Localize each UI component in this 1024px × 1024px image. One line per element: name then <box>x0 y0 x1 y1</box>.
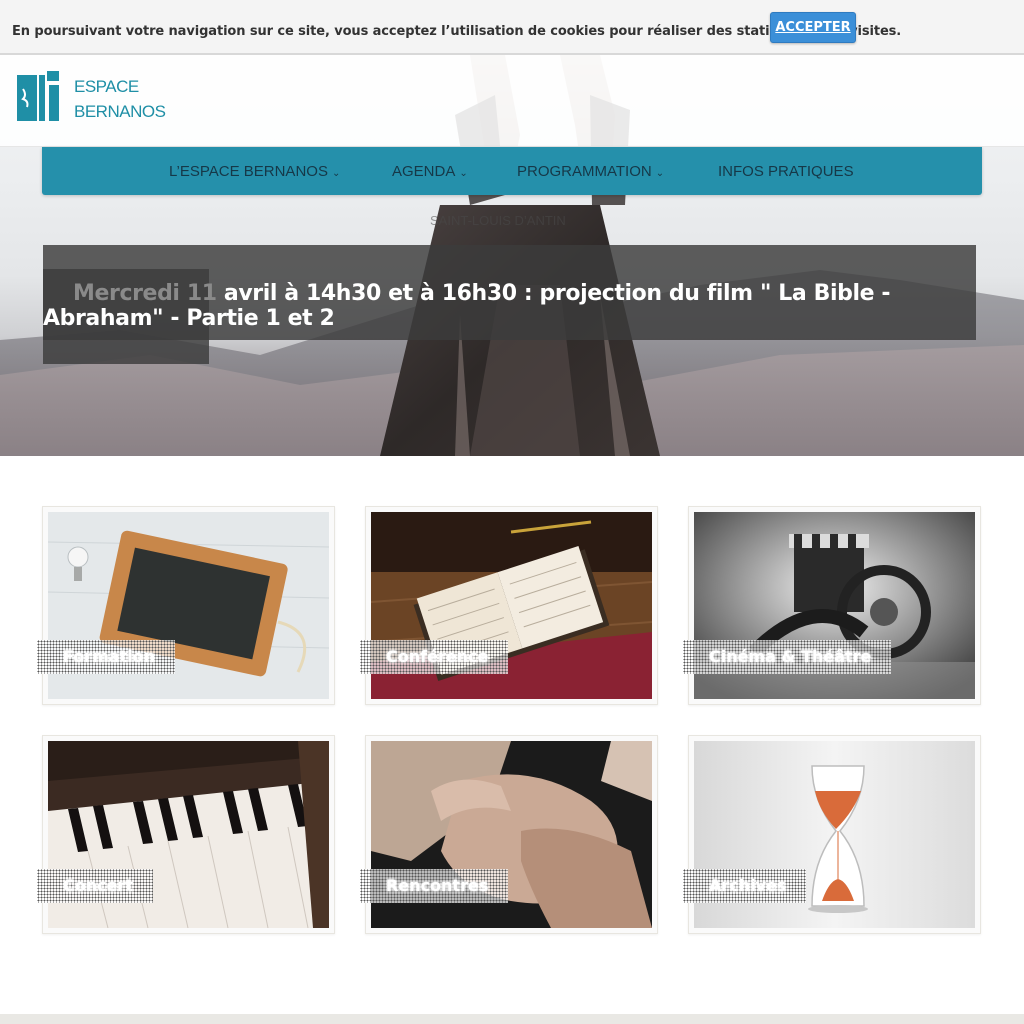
card-label: Formation <box>37 640 176 674</box>
chevron-down-icon: ⌄ <box>459 168 468 179</box>
main-navigation: L’ESPACE BERNANOS ⌄ AGENDA ⌄ PROGRAMMATION… <box>42 147 982 195</box>
category-card-archives[interactable]: Archives <box>683 735 981 934</box>
accept-cookies-button[interactable]: ACCEPTER <box>770 12 856 43</box>
nav-item-espace-bernanos[interactable]: L’ESPACE BERNANOS ⌄ <box>169 147 340 195</box>
chevron-down-icon: ⌄ <box>655 168 665 179</box>
logo-line-1: ESPACE <box>74 77 139 96</box>
site-logo[interactable]: ESPACE BERNANOS <box>17 71 167 123</box>
slide-caption[interactable]: Mercredi 11 avril à 14h30 et à 16h30 : p… <box>43 281 983 331</box>
slide-caption-date: Mercredi 11 <box>73 281 217 306</box>
category-card-formation[interactable]: Formation <box>37 506 335 705</box>
footer-top-strip <box>0 1014 1024 1024</box>
card-label: Cinéma & Théâtre <box>683 640 892 674</box>
espace-bernanos-logo-icon <box>17 71 59 121</box>
logo-text: ESPACE BERNANOS <box>74 74 166 124</box>
nav-item-infos-pratiques[interactable]: INFOS PRATIQUES <box>718 147 854 195</box>
cookie-message: En poursuivant votre navigation sur ce s… <box>12 24 902 39</box>
logo-line-2: BERNANOS <box>74 102 166 121</box>
chevron-down-icon: ⌄ <box>331 168 341 179</box>
category-card-concert[interactable]: Concert <box>37 735 335 934</box>
hero-subtitle: SAINT-LOUIS D’ANTIN <box>430 213 566 228</box>
nav-item-label: INFOS PRATIQUES <box>718 163 854 180</box>
nav-item-label: L’ESPACE BERNANOS <box>169 163 328 180</box>
cookie-banner: En poursuivant votre navigation sur ce s… <box>0 0 1024 55</box>
card-label: Conférence <box>360 640 509 674</box>
category-card-rencontres[interactable]: Rencontres <box>360 735 658 934</box>
nav-item-label: AGENDA <box>392 163 456 180</box>
card-label: Concert <box>37 869 153 903</box>
nav-item-programmation[interactable]: PROGRAMMATION ⌄ <box>517 147 664 195</box>
nav-item-agenda[interactable]: AGENDA ⌄ <box>392 147 468 195</box>
card-label: Rencontres <box>360 869 509 903</box>
card-label: Archives <box>683 869 807 903</box>
nav-item-label: PROGRAMMATION <box>517 163 652 180</box>
category-card-conference[interactable]: Conférence <box>360 506 658 705</box>
category-card-cinema-theatre[interactable]: Cinéma & Théâtre <box>683 506 981 705</box>
